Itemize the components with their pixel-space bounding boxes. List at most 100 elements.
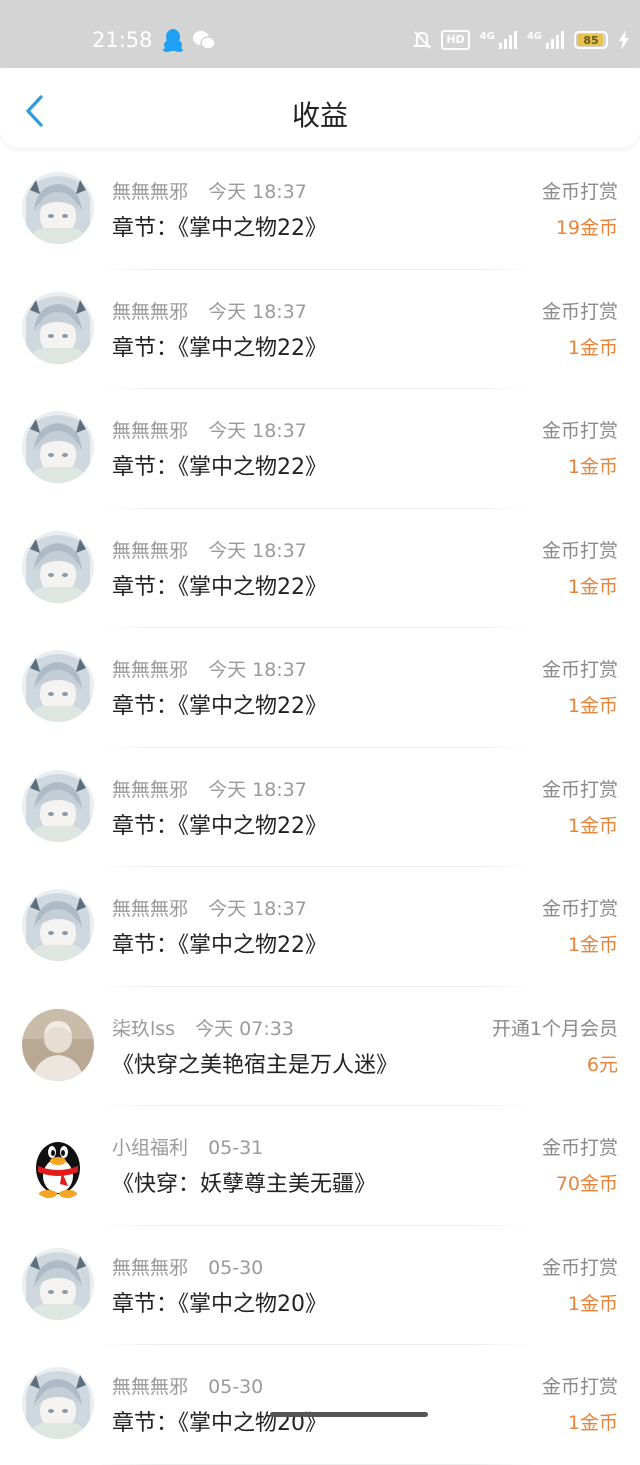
user-name: 柒玖lss bbox=[112, 1017, 176, 1040]
user-avatar[interactable] bbox=[22, 530, 94, 603]
income-type: 金币打赏 bbox=[541, 539, 618, 562]
photo-avatar-icon bbox=[22, 1008, 94, 1081]
book-title: 《快穿：妖孽尊主美无疆》 bbox=[112, 1172, 377, 1197]
user-avatar[interactable] bbox=[22, 769, 94, 842]
battery-level: 85 bbox=[583, 33, 599, 47]
income-type: 金币打赏 bbox=[541, 1137, 618, 1159]
income-row[interactable]: 無無無邪 05-30 章节：《掌中之物20》 金币打赏 1金币 bbox=[0, 1226, 640, 1345]
user-name: 無無無邪 bbox=[112, 659, 189, 681]
book-title: 章节：《掌中之物22》 bbox=[112, 335, 327, 361]
penguin-avatar-icon bbox=[22, 1128, 94, 1200]
book-title: 章节：《掌中之物22》 bbox=[112, 813, 327, 839]
home-indicator[interactable] bbox=[270, 1412, 428, 1417]
status-bar: 21:58 HD 4G 4G 85 bbox=[0, 0, 640, 68]
income-type: 金币打赏 bbox=[541, 1256, 618, 1279]
anime-avatar-icon bbox=[22, 411, 94, 483]
user-avatar[interactable] bbox=[22, 291, 94, 364]
user-avatar[interactable] bbox=[22, 1008, 94, 1081]
income-row[interactable]: 無無無邪 05-30 章节：《掌中之物20》 金币打赏 1金币 bbox=[0, 1345, 640, 1465]
anime-avatar-icon bbox=[22, 1367, 94, 1439]
book-title: 《快穿之美艳宿主是万人迷》 bbox=[112, 1052, 399, 1078]
income-amount: 70金币 bbox=[555, 1173, 618, 1195]
record-time: 今天 18:37 bbox=[208, 420, 307, 442]
user-name-time: 無無無邪 今天 18:37 bbox=[112, 297, 307, 324]
income-amount: 6元 bbox=[586, 1053, 618, 1076]
income-row[interactable]: 無無無邪 今天 18:37 章节：《掌中之物22》 金币打赏 1金币 bbox=[0, 628, 640, 748]
record-time: 今天 18:37 bbox=[208, 778, 307, 801]
user-avatar[interactable] bbox=[22, 889, 94, 961]
anime-avatar-icon bbox=[22, 530, 94, 603]
network-type: 4G bbox=[526, 31, 542, 42]
income-row[interactable]: 無無無邪 今天 18:37 章节：《掌中之物22》 金币打赏 1金币 bbox=[0, 509, 640, 628]
income-type: 金币打赏 bbox=[541, 181, 618, 203]
user-name-time: 無無無邪 今天 18:37 bbox=[112, 894, 307, 921]
user-name: 無無無邪 bbox=[112, 300, 189, 323]
qq-icon bbox=[162, 28, 184, 52]
user-avatar[interactable] bbox=[22, 1367, 94, 1439]
income-type: 金币打赏 bbox=[541, 659, 618, 681]
header: 收益 bbox=[0, 68, 640, 148]
income-row[interactable]: 小组福利 05-31 《快穿：妖孽尊主美无疆》 金币打赏 70金币 bbox=[0, 1106, 640, 1226]
record-time: 今天 18:37 bbox=[208, 898, 307, 920]
book-title: 章节：《掌中之物22》 bbox=[112, 216, 327, 241]
income-row[interactable]: 無無無邪 今天 18:37 章节：《掌中之物22》 金币打赏 1金币 bbox=[0, 389, 640, 509]
status-time: 21:58 bbox=[92, 28, 153, 52]
charging-icon bbox=[618, 30, 630, 50]
anime-avatar-icon bbox=[22, 172, 94, 244]
anime-avatar-icon bbox=[22, 1247, 94, 1320]
user-avatar[interactable] bbox=[22, 1247, 94, 1320]
income-amount: 1金币 bbox=[567, 934, 618, 956]
user-avatar[interactable] bbox=[22, 411, 94, 483]
book-title: 章节：《掌中之物22》 bbox=[112, 694, 327, 719]
income-row[interactable]: 無無無邪 今天 18:37 章节：《掌中之物22》 金币打赏 1金币 bbox=[0, 867, 640, 987]
signal-icon: 4G bbox=[480, 31, 517, 49]
user-name-time: 無無無邪 05-30 bbox=[112, 1372, 263, 1399]
user-name-time: 無無無邪 今天 18:37 bbox=[112, 775, 307, 802]
income-type: 金币打赏 bbox=[541, 420, 618, 442]
record-time: 05-30 bbox=[208, 1376, 264, 1398]
book-title: 章节：《掌中之物22》 bbox=[112, 455, 327, 480]
income-amount: 1金币 bbox=[567, 1292, 618, 1315]
user-avatar[interactable] bbox=[22, 650, 94, 722]
user-name: 小组福利 bbox=[112, 1137, 189, 1159]
record-time: 今天 18:37 bbox=[208, 539, 307, 562]
mute-icon bbox=[413, 30, 432, 50]
income-amount: 1金币 bbox=[567, 336, 618, 359]
income-row[interactable]: 無無無邪 今天 18:37 章节：《掌中之物22》 金币打赏 1金币 bbox=[0, 748, 640, 867]
income-row[interactable]: 無無無邪 今天 18:37 章节：《掌中之物22》 金币打赏 19金币 bbox=[0, 150, 640, 270]
income-type: 金币打赏 bbox=[541, 1376, 618, 1398]
user-name: 無無無邪 bbox=[112, 420, 189, 442]
anime-avatar-icon bbox=[22, 650, 94, 722]
user-name-time: 無無無邪 今天 18:37 bbox=[112, 655, 307, 682]
user-name-time: 小组福利 05-31 bbox=[112, 1133, 263, 1160]
income-amount: 1金币 bbox=[567, 814, 618, 837]
battery-icon: 85 bbox=[574, 31, 608, 49]
signal-icon: 4G bbox=[527, 31, 564, 49]
book-title: 章节：《掌中之物20》 bbox=[112, 1291, 327, 1317]
record-time: 今天 18:37 bbox=[208, 300, 307, 323]
user-name: 無無無邪 bbox=[112, 898, 189, 920]
record-time: 今天 18:37 bbox=[208, 181, 307, 203]
user-name: 無無無邪 bbox=[112, 778, 189, 801]
user-avatar[interactable] bbox=[22, 172, 94, 244]
income-amount: 1金币 bbox=[567, 456, 618, 478]
record-time: 05-30 bbox=[208, 1256, 264, 1279]
user-name: 無無無邪 bbox=[112, 1376, 189, 1398]
income-amount: 1金币 bbox=[567, 575, 618, 598]
income-type: 开通1个月会员 bbox=[491, 1017, 618, 1040]
user-name-time: 無無無邪 今天 18:37 bbox=[112, 536, 307, 563]
page-title: 收益 bbox=[291, 99, 348, 132]
income-amount: 19金币 bbox=[555, 217, 618, 239]
user-name: 無無無邪 bbox=[112, 1256, 189, 1279]
income-type: 金币打赏 bbox=[541, 898, 618, 920]
row-divider bbox=[95, 1463, 535, 1465]
user-name: 無無無邪 bbox=[112, 181, 189, 203]
book-title: 章节：《掌中之物22》 bbox=[112, 933, 327, 958]
record-time: 05-31 bbox=[208, 1137, 264, 1159]
income-list: 無無無邪 今天 18:37 章节：《掌中之物22》 金币打赏 19金币 無無無邪… bbox=[0, 150, 640, 1465]
income-type: 金币打赏 bbox=[541, 300, 618, 323]
user-avatar[interactable] bbox=[22, 1128, 94, 1200]
income-row[interactable]: 柒玖lss 今天 07:33 《快穿之美艳宿主是万人迷》 开通1个月会员 6元 bbox=[0, 987, 640, 1106]
income-row[interactable]: 無無無邪 今天 18:37 章节：《掌中之物22》 金币打赏 1金币 bbox=[0, 270, 640, 389]
anime-avatar-icon bbox=[22, 291, 94, 364]
